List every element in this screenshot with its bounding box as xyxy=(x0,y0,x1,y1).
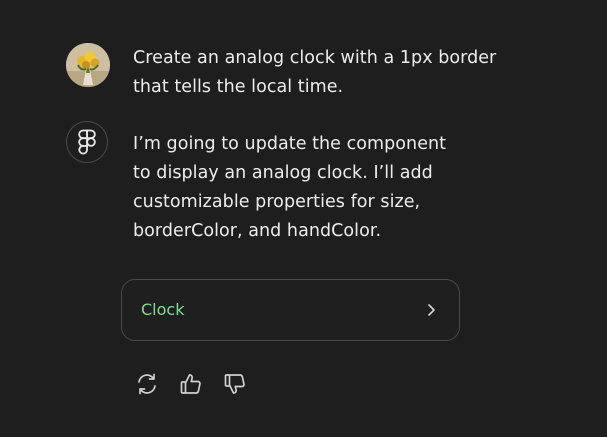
assistant-message-line: I’m going to update the component xyxy=(133,134,447,154)
thumbs-up-icon xyxy=(180,374,201,394)
regenerate-button[interactable] xyxy=(135,372,159,396)
component-card-clock[interactable]: Clock xyxy=(121,279,460,341)
assistant-message-line: borderColor, and handColor. xyxy=(133,221,382,241)
assistant-message-line: to display an analog clock. I’ll add xyxy=(133,163,433,183)
regenerate-icon xyxy=(138,373,156,395)
user-message-line: that tells the local time. xyxy=(133,77,344,97)
avatar-image xyxy=(66,43,110,87)
chevron-right-icon xyxy=(428,304,435,316)
assistant-message-line: customizable properties for size, xyxy=(133,192,421,212)
user-message: Create an analog clock with a 1px border… xyxy=(133,44,553,102)
assistant-message: I’m going to update the component to dis… xyxy=(133,130,493,246)
user-message-line: Create an analog clock with a 1px border xyxy=(133,48,497,68)
figma-logo-icon xyxy=(66,121,108,163)
thumbs-down-icon xyxy=(224,374,245,394)
component-card-label: Clock xyxy=(141,300,185,319)
thumbs-up-button[interactable] xyxy=(179,372,203,396)
user-avatar xyxy=(66,43,110,87)
thumbs-down-button[interactable] xyxy=(223,372,247,396)
